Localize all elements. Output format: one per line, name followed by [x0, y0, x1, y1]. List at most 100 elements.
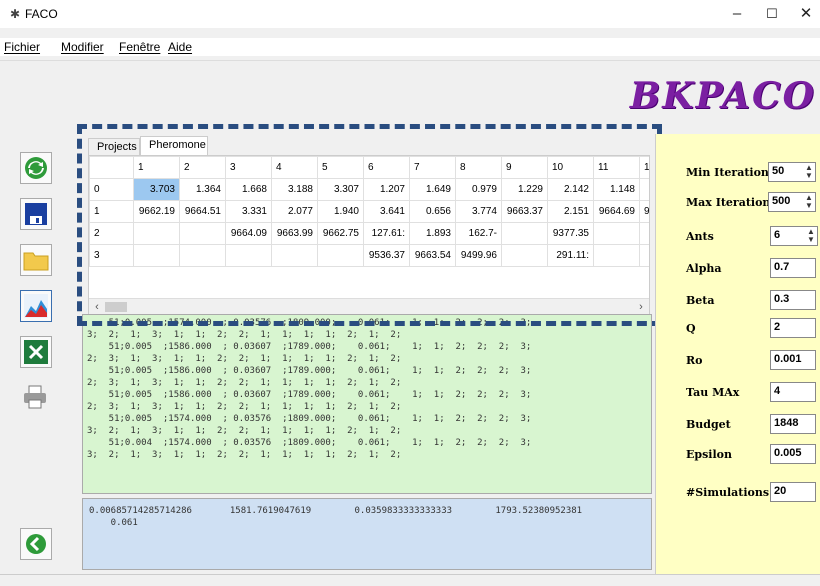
spinner-icon[interactable]: ▲ ▼ [804, 194, 814, 210]
menu-modifier[interactable]: Modifier [61, 40, 104, 54]
column-header[interactable]: 10 [547, 156, 594, 179]
param-input[interactable]: 0.7 [770, 258, 816, 278]
grid-cell[interactable]: 9662.19 [133, 200, 180, 223]
menu-fichier[interactable]: Fichier [4, 40, 40, 54]
menu-aide[interactable]: Aide [168, 40, 192, 54]
column-header[interactable]: 4 [271, 156, 318, 179]
grid-cell[interactable] [179, 222, 226, 245]
grid-cell[interactable]: 3.188 [271, 178, 318, 201]
close-button[interactable]: ✕ [796, 4, 816, 24]
grid-cell[interactable] [271, 244, 318, 267]
grid-cell[interactable]: 127.61: [363, 222, 410, 245]
grid-cell[interactable] [225, 244, 272, 267]
open-folder-button[interactable] [20, 244, 52, 276]
row-header[interactable]: 2 [89, 222, 134, 245]
param-input[interactable]: 0.005 [770, 444, 816, 464]
grid-cell[interactable]: 2.142 [547, 178, 594, 201]
column-header[interactable]: 8 [455, 156, 502, 179]
grid-cell[interactable]: 291.11: [547, 244, 594, 267]
save-button[interactable] [20, 198, 52, 230]
column-header[interactable]: 11 [593, 156, 640, 179]
grid-cell[interactable]: 9662.75 [317, 222, 364, 245]
back-button[interactable] [20, 528, 52, 560]
row-header[interactable]: 1 [89, 200, 134, 223]
grid-cell[interactable] [639, 222, 649, 245]
grid-cell[interactable]: 1.207 [363, 178, 410, 201]
column-header[interactable]: 1 [133, 156, 180, 179]
horizontal-scrollbar[interactable]: ‹ › [89, 298, 649, 314]
grid-cell[interactable]: 3.307 [317, 178, 364, 201]
chart-button[interactable] [20, 290, 52, 322]
spinner-icon[interactable]: ▲ ▼ [804, 164, 814, 180]
row-header[interactable]: 3 [89, 244, 134, 267]
grid-cell[interactable]: 1.229 [501, 178, 548, 201]
excel-export-button[interactable] [20, 336, 52, 368]
grid-cell[interactable]: 2.077 [271, 200, 318, 223]
grid-cell[interactable]: 1.148 [593, 178, 640, 201]
grid-cell[interactable]: 9664.51 [179, 200, 226, 223]
grid-cell[interactable]: 0.979 [455, 178, 502, 201]
grid-cell[interactable] [133, 222, 180, 245]
scroll-thumb[interactable] [105, 302, 127, 312]
grid-cell[interactable]: 0.656 [409, 200, 456, 223]
param-input[interactable]: 2 [770, 318, 816, 338]
grid-cell[interactable]: 9663.99 [271, 222, 318, 245]
param-input[interactable]: 500 ▲ ▼ [768, 192, 816, 212]
grid-cell[interactable]: 1.668 [225, 178, 272, 201]
grid-cell[interactable]: 3.641 [363, 200, 410, 223]
grid-cell[interactable]: 2.4 [639, 178, 649, 201]
grid-cell[interactable] [593, 244, 640, 267]
grid-cell[interactable]: 1.893 [409, 222, 456, 245]
grid-cell[interactable]: 1.940 [317, 200, 364, 223]
column-header[interactable] [89, 156, 134, 179]
tab-projects[interactable]: Projects [88, 138, 140, 156]
column-header[interactable]: 3 [225, 156, 272, 179]
grid-cell[interactable]: 9663 [639, 200, 649, 223]
scroll-right-icon[interactable]: › [633, 299, 649, 314]
column-header[interactable]: 7 [409, 156, 456, 179]
param-input[interactable]: 50 ▲ ▼ [768, 162, 816, 182]
scroll-left-icon[interactable]: ‹ [89, 299, 105, 314]
grid-cell[interactable]: 3.331 [225, 200, 272, 223]
grid-cell[interactable]: 9663.54 [409, 244, 456, 267]
simulation-log[interactable]: 51;0.005 ;1574.000 ; 0.03576 ;1809.000; … [82, 314, 652, 494]
param-input[interactable]: 6 ▲ ▼ [770, 226, 818, 246]
column-header[interactable]: 12 [639, 156, 649, 179]
param-input[interactable]: 4 [770, 382, 816, 402]
grid-cell[interactable] [593, 222, 640, 245]
grid-cell[interactable]: 9499.96 [455, 244, 502, 267]
result-panel[interactable]: 0.00685714285714286 1581.7619047619 0.03… [82, 498, 652, 570]
print-button[interactable] [20, 382, 52, 414]
grid-cell[interactable]: 9664.09 [225, 222, 272, 245]
param-input[interactable]: 1848 [770, 414, 816, 434]
column-header[interactable]: 5 [317, 156, 364, 179]
param-input[interactable]: 0.001 [770, 350, 816, 370]
grid-cell[interactable]: 1.364 [179, 178, 226, 201]
grid-cell[interactable] [133, 244, 180, 267]
grid-cell[interactable]: 3.774 [455, 200, 502, 223]
grid-cell[interactable]: 2.151 [547, 200, 594, 223]
column-header[interactable]: 6 [363, 156, 410, 179]
param-input[interactable]: 0.3 [770, 290, 816, 310]
grid-cell[interactable] [179, 244, 226, 267]
minimize-button[interactable]: – [727, 4, 747, 24]
refresh-button[interactable] [20, 152, 52, 184]
spinner-icon[interactable]: ▲ ▼ [806, 228, 816, 244]
param-input[interactable]: 20 [770, 482, 816, 502]
column-header[interactable]: 2 [179, 156, 226, 179]
column-header[interactable]: 9 [501, 156, 548, 179]
row-header[interactable]: 0 [89, 178, 134, 201]
menu-fenetre[interactable]: Fenêtre [119, 40, 160, 54]
grid-cell[interactable]: 9536.37 [363, 244, 410, 267]
grid-cell[interactable]: 9663.37 [501, 200, 548, 223]
grid-cell[interactable] [317, 244, 364, 267]
maximize-button[interactable]: ☐ [762, 4, 782, 24]
grid-cell[interactable] [639, 244, 649, 267]
tab-pheromone[interactable]: Pheromone [140, 136, 208, 156]
grid-cell[interactable]: 9664.69 [593, 200, 640, 223]
grid-cell[interactable] [501, 222, 548, 245]
grid-cell[interactable]: 3.703 [133, 178, 180, 201]
grid-cell[interactable]: 9377.35 [547, 222, 594, 245]
grid-cell[interactable]: 162.7- [455, 222, 502, 245]
grid-cell[interactable]: 1.649 [409, 178, 456, 201]
